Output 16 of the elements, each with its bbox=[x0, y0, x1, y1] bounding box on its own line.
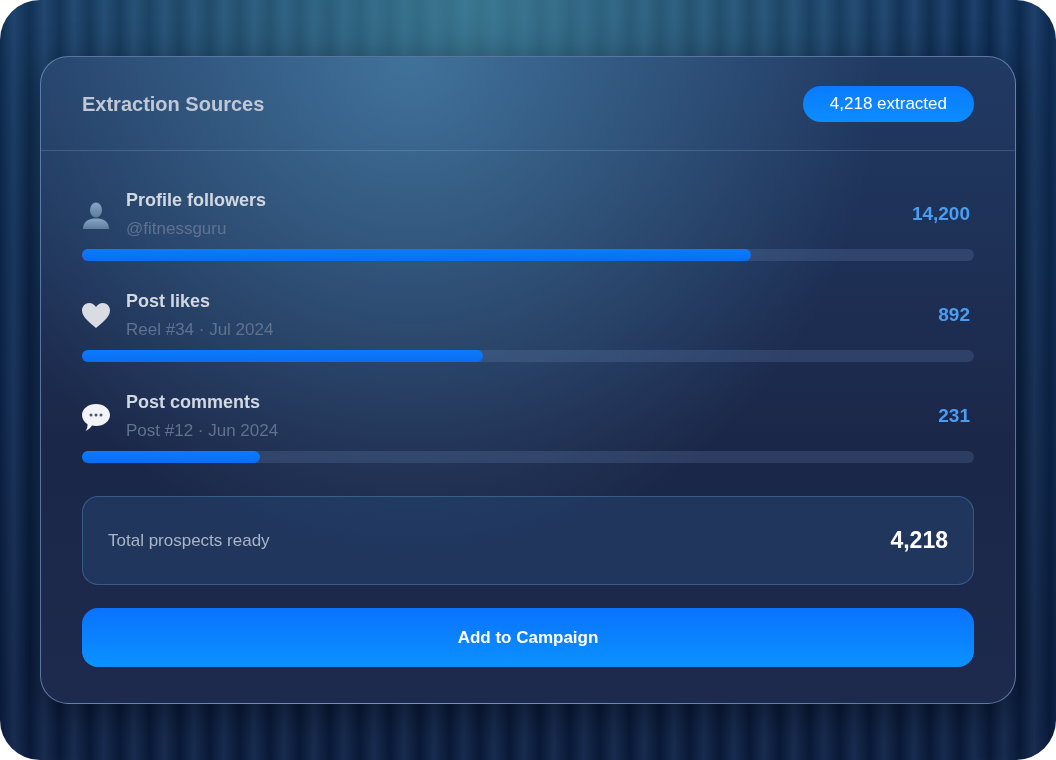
card-title: Extraction Sources bbox=[82, 91, 265, 117]
heart-icon bbox=[82, 303, 110, 328]
person-icon bbox=[82, 200, 110, 229]
source-count: 892 bbox=[938, 303, 970, 328]
source-title: Post likes bbox=[126, 290, 212, 312]
source-title: Profile followers bbox=[126, 189, 268, 211]
total-value: 4,218 bbox=[890, 526, 948, 556]
add-to-campaign-button[interactable]: Add to Campaign bbox=[82, 608, 974, 667]
source-subtitle: Reel #34 · Jul 2024 bbox=[126, 319, 275, 341]
source-subtitle: Post #12 · Jun 2024 bbox=[126, 420, 280, 442]
extracted-count-badge: 4,218 extracted bbox=[802, 85, 974, 122]
speech-bubble-icon bbox=[82, 402, 110, 431]
source-title: Post comments bbox=[126, 391, 262, 413]
source-count: 14,200 bbox=[911, 202, 970, 227]
total-label: Total prospects ready bbox=[108, 529, 270, 552]
source-count: 231 bbox=[938, 404, 970, 429]
